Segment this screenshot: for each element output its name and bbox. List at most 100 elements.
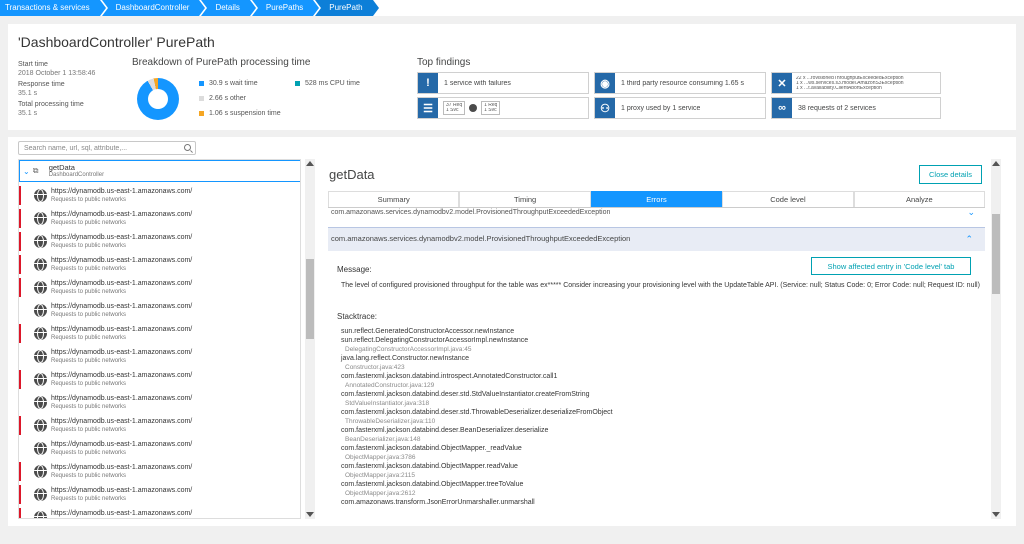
tree-rows: https://dynamodb.us-east-1.amazonaws.com…	[19, 184, 300, 519]
exception-row-expanded[interactable]: com.amazonaws.services.dynamodbv2.model.…	[328, 227, 985, 251]
tree-row[interactable]: https://dynamodb.us-east-1.amazonaws.com…	[19, 460, 300, 483]
finding-requests[interactable]: ∞ 38 requests of 2 services	[771, 97, 941, 119]
globe-icon	[34, 373, 47, 386]
purepath-meta: Start time 2018 October 1 13:58:46 Respo…	[18, 60, 128, 120]
scroll-up-arrow-icon[interactable]	[306, 161, 314, 166]
page-title: 'DashboardController' PurePath	[18, 34, 215, 50]
stack-frame-method: com.fasterxml.jackson.databind.ObjectMap…	[341, 481, 524, 488]
show-affected-entry-button[interactable]: Show affected entry in 'Code level' tab	[811, 257, 971, 275]
legend-label: 30.9 s wait time	[209, 80, 258, 87]
chevron-up-icon[interactable]: ⌃	[965, 228, 973, 250]
tree-row-labels: https://dynamodb.us-east-1.amazonaws.com…	[51, 211, 192, 227]
globe-icon	[34, 396, 47, 409]
scroll-up-arrow-icon[interactable]	[992, 161, 1000, 166]
legend-label: 1.06 s suspension time	[209, 110, 281, 117]
stack-frame-method: sun.reflect.GeneratedConstructorAccessor…	[341, 328, 515, 335]
tree-row-labels: https://dynamodb.us-east-1.amazonaws.com…	[51, 510, 192, 519]
finding-requests-text: 38 requests of 2 services	[798, 104, 876, 112]
tree-row[interactable]: https://dynamodb.us-east-1.amazonaws.com…	[19, 253, 300, 276]
tree-row[interactable]: https://dynamodb.us-east-1.amazonaws.com…	[19, 345, 300, 368]
service-count: 1 Svc	[484, 108, 497, 113]
breadcrumb-details[interactable]: Details	[201, 0, 259, 16]
tree-row[interactable]: https://dynamodb.us-east-1.amazonaws.com…	[19, 299, 300, 322]
tree-row[interactable]: https://dynamodb.us-east-1.amazonaws.com…	[19, 483, 300, 506]
tree-row[interactable]: https://dynamodb.us-east-1.amazonaws.com…	[19, 230, 300, 253]
stacktrace-list: sun.reflect.GeneratedConstructorAccessor…	[341, 327, 981, 507]
breadcrumb-purepath[interactable]: PurePath	[315, 0, 382, 16]
stack-frame-method: com.fasterxml.jackson.databind.ObjectMap…	[341, 445, 522, 452]
exception-row-collapsed[interactable]: com.amazonaws.services.dynamodbv2.model.…	[328, 208, 985, 219]
scroll-down-arrow-icon[interactable]	[992, 512, 1000, 517]
tab-timing[interactable]: Timing	[459, 191, 591, 207]
service-count: 1 Svc	[446, 108, 459, 113]
stack-frame: com.fasterxml.jackson.databind.ObjectMap…	[341, 480, 981, 498]
tree-root-labels: getData DashboardController	[49, 163, 104, 179]
finding-exceptions[interactable]: ✕ 22 x ...rovisionedThroughputExceededEx…	[771, 72, 941, 94]
finding-proxy-text: 1 proxy used by 1 service	[621, 104, 701, 112]
main-panel: ⌄ ⧉ getData DashboardController https://…	[8, 137, 1016, 526]
tree-scroll-thumb[interactable]	[306, 259, 314, 339]
hierarchy-icon: ⚇	[595, 98, 615, 118]
stack-frame-location: Constructor.java:423	[345, 364, 405, 371]
finding-failures[interactable]: ! 1 service with failures	[417, 72, 589, 94]
tree-row[interactable]: https://dynamodb.us-east-1.amazonaws.com…	[19, 184, 300, 207]
stack-frame-location: ObjectMapper.java:2612	[345, 490, 416, 497]
legend-swatch	[199, 111, 204, 116]
tab-analyze[interactable]: Analyze	[853, 191, 986, 207]
tree-row-subtitle: Requests to public networks	[51, 265, 127, 272]
globe-icon	[34, 235, 47, 248]
tree-root-node[interactable]: ⌄ ⧉ getData DashboardController	[19, 160, 300, 182]
tree-row-url: https://dynamodb.us-east-1.amazonaws.com…	[51, 187, 193, 195]
tab-errors[interactable]: Errors	[590, 191, 723, 207]
breadcrumb-transactions-services[interactable]: Transactions & services	[0, 0, 108, 16]
globe-icon	[34, 327, 47, 340]
globe-icon	[34, 465, 47, 478]
tree-row[interactable]: https://dynamodb.us-east-1.amazonaws.com…	[19, 414, 300, 437]
tree-row[interactable]: https://dynamodb.us-east-1.amazonaws.com…	[19, 391, 300, 414]
list-icon: ☰	[418, 98, 438, 118]
details-scroll-thumb[interactable]	[992, 214, 1000, 294]
tree-row-url: https://dynamodb.us-east-1.amazonaws.com…	[51, 440, 193, 448]
finding-proxy[interactable]: ⚇ 1 proxy used by 1 service	[594, 97, 766, 119]
details-scrollbar[interactable]	[991, 159, 1001, 519]
tree-row[interactable]: https://dynamodb.us-east-1.amazonaws.com…	[19, 276, 300, 299]
tree-row-labels: https://dynamodb.us-east-1.amazonaws.com…	[51, 188, 192, 204]
tree-row[interactable]: https://dynamodb.us-east-1.amazonaws.com…	[19, 207, 300, 230]
breadcrumb-dashboardcontroller[interactable]: DashboardController	[101, 0, 208, 16]
chevron-down-icon[interactable]: ⌄	[23, 167, 30, 176]
top-findings-title: Top findings	[417, 57, 471, 68]
stack-frame: com.fasterxml.jackson.databind.deser.Bea…	[341, 426, 981, 444]
breadcrumb-purepaths[interactable]: PurePaths	[251, 0, 322, 16]
globe-icon	[34, 419, 47, 432]
stack-frame: sun.reflect.DelegatingConstructorAccesso…	[341, 336, 981, 354]
search-icon[interactable]	[184, 144, 191, 151]
stack-frame-location: AnnotatedConstructor.java:129	[345, 382, 435, 389]
service-icon: ⧉	[32, 166, 39, 175]
tree-row[interactable]: https://dynamodb.us-east-1.amazonaws.com…	[19, 506, 300, 519]
finding-requests-overview[interactable]: ☰ 37 Req 1 Svc 1 Req 1 Svc	[417, 97, 589, 119]
close-details-button[interactable]: Close details	[919, 165, 982, 184]
request-summary: 37 Req 1 Svc 1 Req 1 Svc	[438, 101, 501, 115]
tree-row[interactable]: https://dynamodb.us-east-1.amazonaws.com…	[19, 368, 300, 391]
globe-icon	[34, 304, 47, 317]
tree-scrollbar[interactable]	[305, 159, 315, 519]
stack-frame: com.fasterxml.jackson.databind.introspec…	[341, 372, 981, 390]
globe-icon	[34, 258, 47, 271]
legend-swatch	[199, 81, 204, 86]
stack-frame-method: com.fasterxml.jackson.databind.introspec…	[341, 373, 558, 380]
tree-row-labels: https://dynamodb.us-east-1.amazonaws.com…	[51, 487, 192, 503]
tree-row[interactable]: https://dynamodb.us-east-1.amazonaws.com…	[19, 437, 300, 460]
scroll-down-arrow-icon[interactable]	[306, 512, 314, 517]
finding-third-party[interactable]: ◉ 1 third party resource consuming 1.65 …	[594, 72, 766, 94]
tree-row-subtitle: Requests to public networks	[51, 334, 127, 341]
tab-code-level[interactable]: Code level	[722, 191, 854, 207]
finding-third-party-text: 1 third party resource consuming 1.65 s	[621, 79, 744, 87]
legend-swatch	[199, 96, 204, 101]
tab-summary[interactable]: Summary	[328, 191, 460, 207]
tree-row-subtitle: Requests to public networks	[51, 518, 192, 519]
tree-row-labels: https://dynamodb.us-east-1.amazonaws.com…	[51, 326, 192, 342]
tree-row[interactable]: https://dynamodb.us-east-1.amazonaws.com…	[19, 322, 300, 345]
search-input[interactable]	[19, 142, 179, 154]
close-icon: ✕	[772, 73, 792, 93]
chevron-down-icon[interactable]: ⌄	[967, 208, 975, 217]
